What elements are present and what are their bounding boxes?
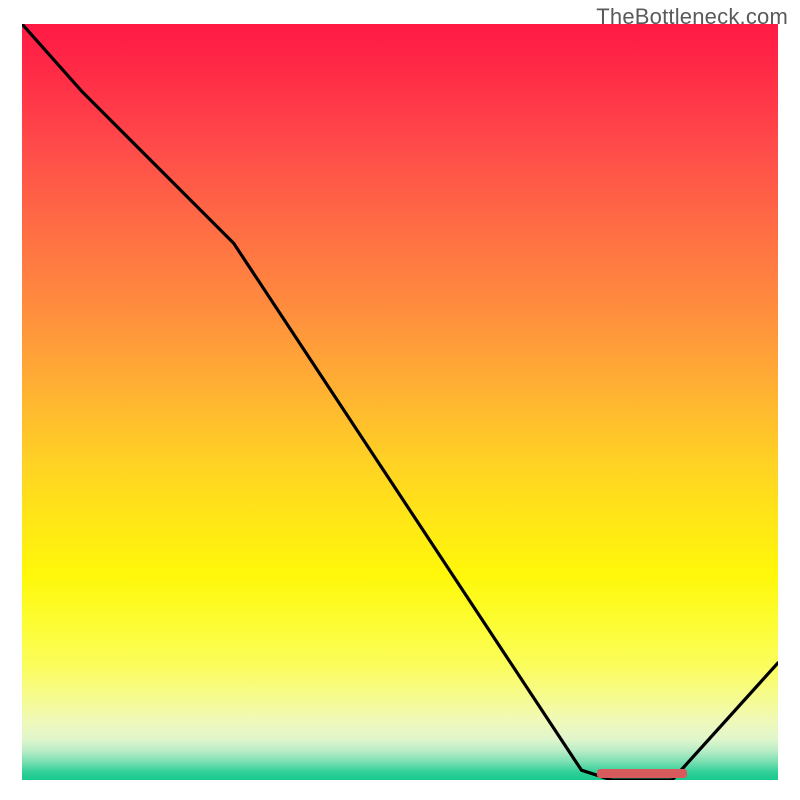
chart-plot-area [22,24,778,780]
curve-svg [22,24,778,780]
data-curve [22,24,778,780]
watermark-text: TheBottleneck.com [596,4,788,30]
minimum-highlight-marker [597,769,688,778]
